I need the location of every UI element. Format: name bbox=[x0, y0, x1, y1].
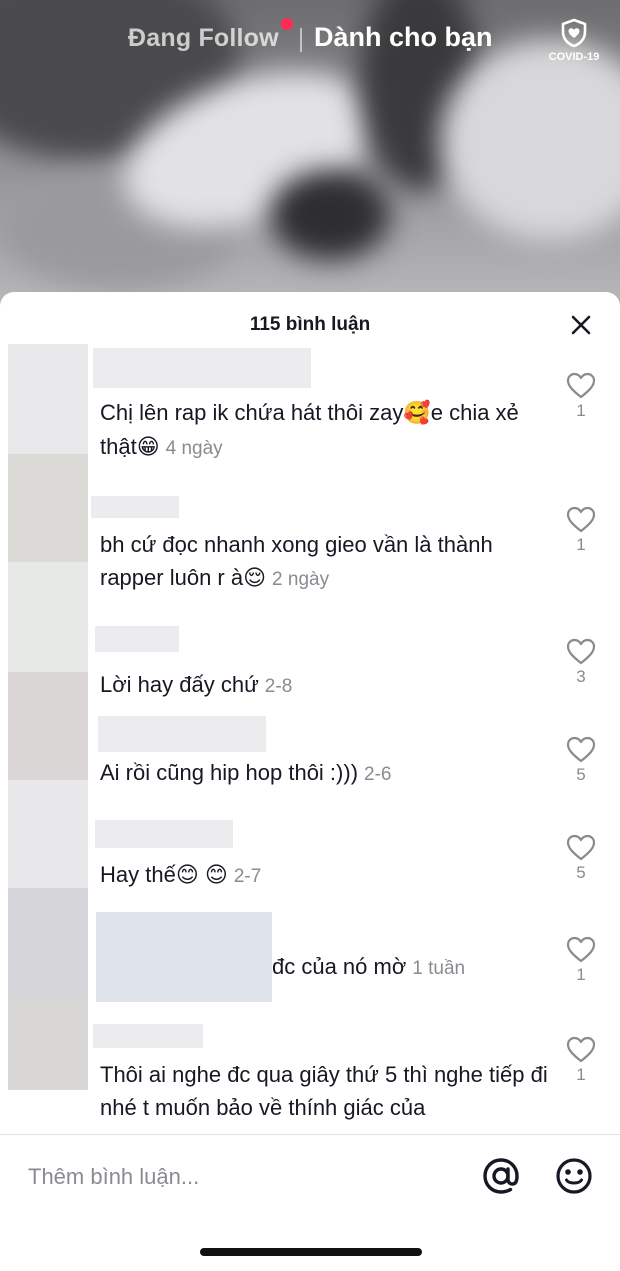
comment-time: 2 ngày bbox=[272, 569, 330, 590]
username-blurred[interactable] bbox=[98, 716, 266, 752]
like-count: 3 bbox=[576, 667, 586, 686]
like-count: 5 bbox=[576, 765, 586, 784]
home-indicator[interactable] bbox=[200, 1248, 422, 1256]
comment-text: Lời hay đấy chứ 2-8 bbox=[100, 668, 550, 703]
username-blurred[interactable] bbox=[95, 626, 179, 652]
username-blurred[interactable] bbox=[93, 348, 311, 388]
emoji-smile: 😊 bbox=[175, 863, 199, 888]
heart-icon bbox=[566, 372, 596, 399]
emoji-relieved: 😌 bbox=[243, 566, 267, 591]
comments-sheet: 115 bình luận Chị lên rap ik chứa hát th… bbox=[0, 292, 620, 1271]
comment-time: 1 tuần bbox=[412, 958, 466, 979]
comment-count-title: 115 bình luận bbox=[249, 314, 371, 335]
like-count: 1 bbox=[576, 1065, 586, 1084]
avatar[interactable] bbox=[8, 562, 88, 672]
heart-icon bbox=[566, 638, 596, 665]
avatar[interactable] bbox=[8, 998, 88, 1090]
comment-text: Ai rồi cũng hip hop thôi :))) 2-6 bbox=[100, 756, 550, 791]
heart-icon bbox=[566, 1036, 596, 1063]
username-blurred[interactable] bbox=[91, 496, 179, 518]
like-button[interactable]: 5 bbox=[562, 834, 600, 883]
covid-info-button[interactable]: COVID-19 bbox=[544, 18, 604, 66]
comment-list[interactable]: Chị lên rap ik chứa hát thôi zay🥰e chia … bbox=[0, 344, 620, 1134]
comment-body: Chị lên rap ik chứa hát thôi zay bbox=[100, 400, 404, 425]
like-button[interactable]: 1 bbox=[562, 506, 600, 555]
like-button[interactable]: 1 bbox=[562, 372, 600, 421]
like-button[interactable]: 3 bbox=[562, 638, 600, 687]
heart-icon bbox=[566, 936, 596, 963]
comment-text: bh cứ đọc nhanh xong gieo vần là thành r… bbox=[100, 528, 550, 596]
heart-icon bbox=[566, 834, 596, 861]
tab-for-you[interactable]: Dành cho bạn bbox=[314, 22, 493, 53]
avatar[interactable] bbox=[8, 344, 88, 454]
close-icon bbox=[571, 315, 591, 335]
avatar[interactable] bbox=[8, 454, 88, 562]
comment-body: Hay thế bbox=[100, 862, 176, 887]
avatar[interactable] bbox=[8, 888, 88, 998]
like-button[interactable]: 5 bbox=[562, 736, 600, 785]
comment-input[interactable] bbox=[28, 1157, 448, 1197]
emoji-smile: 😊 bbox=[204, 863, 228, 888]
comment-text: Thôi ai nghe đc qua giây thứ 5 thì nghe … bbox=[100, 1058, 550, 1124]
username-blurred[interactable] bbox=[96, 912, 272, 1002]
avatar[interactable] bbox=[8, 780, 88, 888]
comment-time: 2-8 bbox=[264, 676, 293, 697]
top-nav: Đang Follow Dành cho bạn COVID-19 bbox=[0, 18, 620, 63]
comment-body: Lời hay đấy chứ bbox=[100, 672, 259, 697]
like-button[interactable]: 1 bbox=[562, 936, 600, 985]
like-count: 1 bbox=[576, 401, 586, 420]
comment-text: đc của nó mờ 1 tuần bbox=[272, 950, 552, 985]
comment-body: Thôi ai nghe đc qua giây thứ 5 thì nghe … bbox=[100, 1062, 548, 1120]
video-background[interactable]: Đang Follow Dành cho bạn COVID-19 bbox=[0, 0, 620, 310]
video-frame-shape bbox=[270, 170, 390, 260]
avatar[interactable] bbox=[8, 672, 88, 780]
comment-text: Chị lên rap ik chứa hát thôi zay🥰e chia … bbox=[100, 396, 550, 465]
like-button[interactable]: 1 bbox=[562, 1036, 600, 1085]
like-count: 1 bbox=[576, 535, 586, 554]
username-blurred[interactable] bbox=[95, 820, 233, 848]
emoji-smiling-hearts: 🥰 bbox=[403, 401, 431, 426]
username-blurred[interactable] bbox=[93, 1024, 203, 1048]
covid-label: COVID-19 bbox=[548, 51, 600, 63]
comment-time: 2-6 bbox=[364, 764, 392, 785]
comment-body: đc của nó mờ bbox=[272, 954, 407, 979]
comment-body: Ai rồi cũng hip hop thôi :))) bbox=[100, 760, 359, 785]
heart-icon bbox=[566, 736, 596, 763]
emoji-grin: 😁 bbox=[136, 435, 160, 460]
mention-button[interactable] bbox=[480, 1155, 522, 1197]
close-button[interactable] bbox=[568, 312, 594, 338]
notification-dot bbox=[281, 18, 293, 30]
heart-icon bbox=[566, 506, 596, 533]
nav-divider bbox=[300, 28, 302, 52]
comment-time: 4 ngày bbox=[165, 438, 223, 459]
comment-time: 2-7 bbox=[233, 866, 262, 887]
emoji-button[interactable] bbox=[553, 1155, 595, 1197]
at-sign-icon bbox=[483, 1158, 519, 1194]
like-count: 5 bbox=[576, 863, 586, 882]
comment-input-bar bbox=[0, 1134, 620, 1224]
shield-icon bbox=[561, 18, 587, 48]
smiley-icon bbox=[556, 1158, 592, 1194]
tab-following[interactable]: Đang Follow bbox=[128, 24, 279, 53]
like-count: 1 bbox=[576, 965, 586, 984]
comment-text: Hay thế😊 😊 2-7 bbox=[100, 858, 550, 893]
